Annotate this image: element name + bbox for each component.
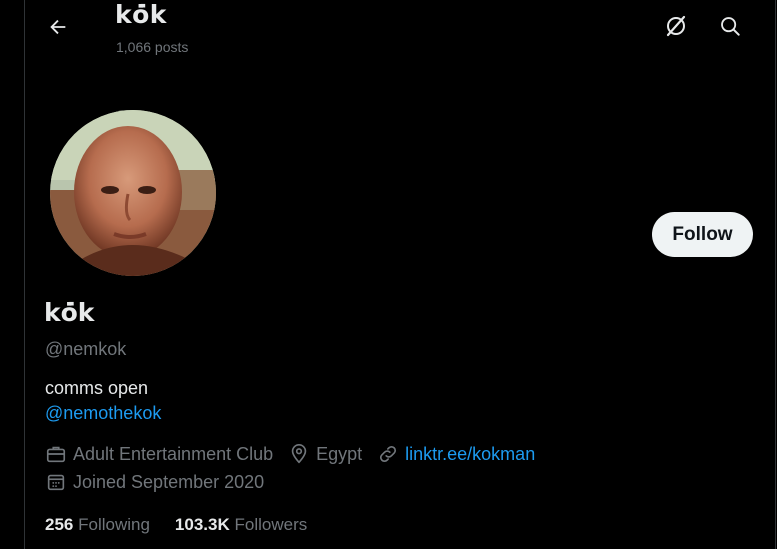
joined-text: Joined September 2020: [73, 471, 265, 492]
profile-photo: [50, 110, 216, 276]
location-text: Egypt: [316, 443, 363, 464]
back-button[interactable]: [37, 6, 79, 48]
bio-mention-link[interactable]: @nemothekok: [45, 403, 161, 424]
location-pin-icon: [291, 444, 307, 464]
search-button[interactable]: [710, 6, 750, 46]
website-item[interactable]: linktr.ee/kokman: [377, 443, 535, 465]
follow-stats: 256 Following 103.3K Followers: [45, 515, 332, 535]
website-link[interactable]: linktr.ee/kokman: [405, 444, 535, 465]
followers-stat[interactable]: 103.3K Followers: [175, 515, 307, 535]
followers-count: 103.3K: [174, 515, 230, 534]
search-icon: [721, 17, 740, 36]
left-strip: [0, 0, 24, 549]
grok-button[interactable]: [656, 6, 696, 46]
joined-row: Joined September 2020: [45, 471, 279, 493]
header-title: kȯ̇k: [115, 0, 167, 29]
profile-page: kȯ̇k 1,066 posts Follow kȯ̇k @nemkok com…: [0, 0, 777, 549]
following-label: Following: [78, 515, 150, 534]
left-divider: [24, 0, 25, 549]
link-icon: [380, 445, 397, 463]
following-count: 256: [45, 515, 74, 534]
location-item: Egypt: [288, 443, 362, 465]
followers-label: Followers: [234, 515, 308, 534]
follow-button[interactable]: Follow: [652, 212, 753, 257]
display-name: kȯ̇k: [44, 298, 95, 327]
user-handle: @nemkok: [45, 339, 127, 359]
category-text: Adult Entertainment Club: [73, 443, 274, 464]
profile-meta-row: Adult Entertainment Club Egypt linktr.ee…: [45, 443, 550, 465]
category-item: Adult Entertainment Club: [45, 443, 273, 465]
briefcase-icon: [46, 446, 66, 463]
right-divider: [775, 0, 776, 549]
avatar[interactable]: [48, 108, 218, 278]
joined-item: Joined September 2020: [45, 471, 264, 493]
post-count: 1,066 posts: [116, 39, 189, 55]
grok-icon: [666, 15, 686, 37]
arrow-left-icon: [50, 19, 66, 35]
calendar-icon: [47, 474, 65, 491]
bio-text: comms open: [45, 378, 149, 398]
following-stat[interactable]: 256 Following: [45, 515, 150, 535]
